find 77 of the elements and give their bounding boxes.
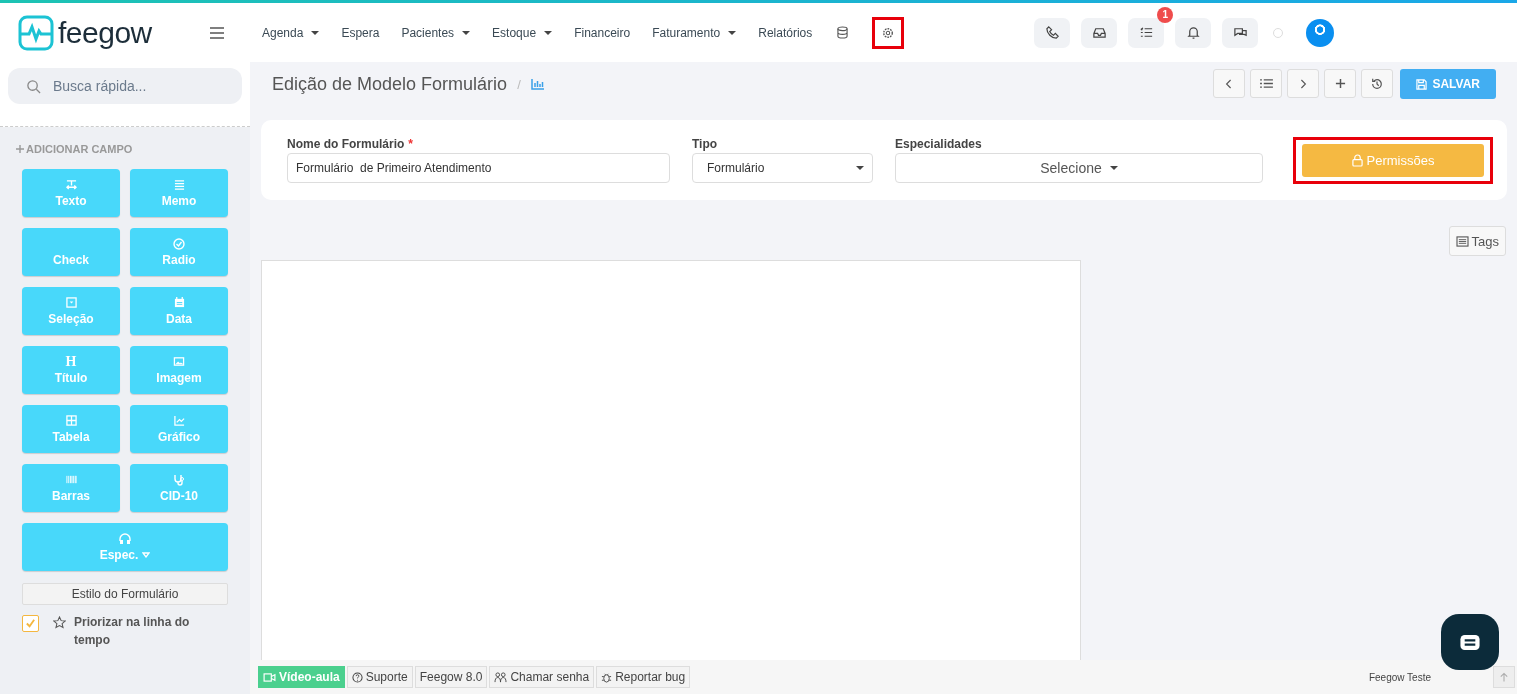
logo-icon: [18, 14, 54, 51]
nav-menu-item[interactable]: Financeiro: [574, 25, 631, 40]
video-icon: [263, 672, 276, 682]
menu-icon[interactable]: [210, 26, 224, 39]
stethoscope-icon: [173, 473, 185, 486]
nav-menu-item[interactable]: Relatórios: [758, 25, 813, 40]
headphones-icon: [119, 532, 131, 545]
field-label: Nome do Formulário: [287, 137, 405, 151]
chevron-right-icon: [1299, 77, 1308, 90]
brand-name: feegow: [58, 15, 152, 50]
footer-button[interactable]: Reportar bug: [596, 666, 691, 688]
plus-icon: [16, 145, 24, 153]
environment-label: Feegow Teste: [1368, 671, 1431, 683]
people-icon: [494, 671, 508, 683]
search-icon: [26, 79, 41, 94]
required-mark: *: [408, 137, 413, 151]
nav-menu-item[interactable]: Pacientes: [401, 25, 471, 40]
page-title: Edição de Modelo Formulário: [272, 73, 508, 95]
nav-menu-item[interactable]: Faturamento: [652, 25, 737, 40]
nav-menu-item[interactable]: Estoque: [492, 25, 553, 40]
type-dropdown[interactable]: Formulário: [692, 153, 873, 183]
section-heading: ADICIONAR CAMPO: [26, 143, 133, 155]
checkbox[interactable]: [22, 615, 39, 632]
form-name-field[interactable]: Formulário de Primeiro Atendimento: [287, 153, 670, 183]
field-label: Especialidades: [895, 137, 983, 151]
plus-icon: [1334, 78, 1346, 89]
tasks-button[interactable]: [1128, 17, 1165, 48]
phone-icon: [1044, 25, 1060, 40]
checklist-icon: [1138, 25, 1154, 40]
lines-icon: [173, 179, 185, 190]
bell-icon: [1185, 25, 1201, 40]
barcode-icon: [65, 474, 77, 485]
settings-icon[interactable]: [882, 26, 895, 39]
footer-button[interactable]: Feegow 8.0: [414, 666, 488, 688]
notification-badge: 1: [1157, 6, 1174, 23]
user-avatar[interactable]: [1306, 18, 1335, 47]
floppy-icon: [1416, 78, 1428, 90]
star-icon: [53, 616, 66, 629]
footer-button[interactable]: Chamar senha: [489, 666, 595, 688]
inbox-icon: [1091, 25, 1107, 40]
dropdown-icon: [65, 297, 77, 308]
history-icon: [1371, 77, 1384, 90]
message-icon: [1459, 633, 1481, 651]
field-label: Tipo: [692, 137, 719, 151]
line-chart-icon: [173, 415, 185, 426]
arrow-up-icon: [1500, 671, 1508, 683]
chat-button[interactable]: [1441, 614, 1499, 670]
checkmark-icon: [25, 618, 36, 629]
lock-icon: [1351, 153, 1363, 167]
list-box-icon: [1455, 235, 1469, 247]
tags-button[interactable]: Tags: [1448, 226, 1506, 256]
footer-button[interactable]: Suporte: [346, 666, 413, 688]
list-button[interactable]: [1250, 69, 1283, 98]
form-style-button[interactable]: Estilo do Formulário: [22, 583, 228, 605]
table-icon: [65, 415, 77, 426]
caret-icon: [142, 552, 151, 558]
bar-chart-icon[interactable]: [530, 78, 545, 90]
nav-menu-item[interactable]: Espera: [341, 25, 380, 40]
specialties-dropdown[interactable]: Selecione: [895, 153, 1263, 183]
nav-menu-item[interactable]: Agenda: [262, 25, 320, 40]
chevron-left-icon: [1225, 77, 1234, 90]
inbox-button[interactable]: [1081, 17, 1118, 48]
database-icon[interactable]: [836, 26, 848, 39]
checkbox-label: Priorizar na linha do tempo: [74, 614, 191, 649]
bell-button[interactable]: [1175, 17, 1212, 48]
calendar-icon: [173, 297, 185, 308]
help-icon: [351, 671, 363, 683]
list-icon: [1259, 78, 1273, 89]
image-icon: [173, 356, 185, 367]
breadcrumb-separator: /: [517, 76, 521, 92]
text-format-icon: [65, 179, 77, 190]
check-circle-icon: [173, 237, 185, 250]
history-button[interactable]: [1361, 69, 1394, 98]
bug-icon: [601, 671, 613, 683]
search-field[interactable]: Busca rápida...: [8, 68, 242, 104]
phone-button[interactable]: [1034, 17, 1071, 48]
heading-icon: H: [65, 355, 77, 368]
